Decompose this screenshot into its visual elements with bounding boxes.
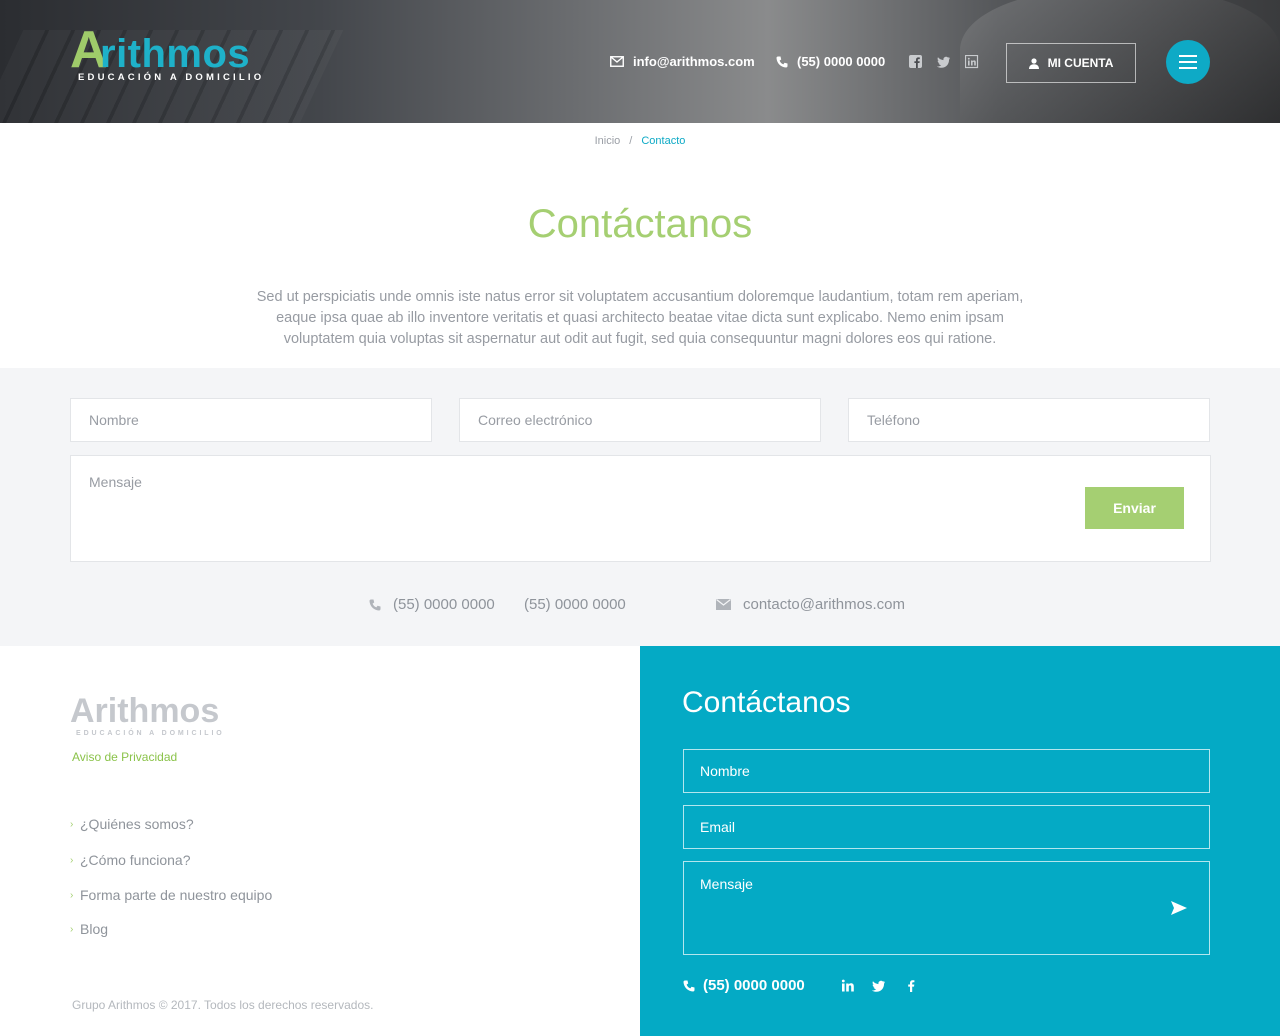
footer-link-how-it-works[interactable]: › ¿Cómo funciona? (70, 852, 191, 868)
message-textarea[interactable]: Mensaje (70, 455, 1211, 562)
linkedin-icon[interactable] (841, 979, 855, 993)
breadcrumb-separator: / (629, 135, 633, 147)
contact-email-text: contacto@arithmos.com (743, 596, 905, 613)
footer-link-label: Forma parte de nuestro equipo (80, 887, 273, 903)
twitter-icon[interactable] (937, 55, 951, 69)
header-phone: (55) 0000 0000 (797, 54, 886, 69)
twitter-icon[interactable] (872, 979, 886, 993)
page-title: Contáctanos (527, 202, 753, 246)
site-logo[interactable]: A rithmos EDUCACIÓN A DOMICILIO (70, 24, 280, 84)
footer-link-about[interactable]: › ¿Quiénes somos? (70, 816, 194, 832)
phone-icon (369, 599, 381, 610)
envelope-icon (610, 56, 624, 67)
footer-link-label: Blog (80, 921, 109, 937)
phone-icon (683, 980, 695, 991)
footer-link-join-team[interactable]: › Forma parte de nuestro equipo (70, 887, 272, 903)
user-icon (1028, 57, 1039, 69)
footer-email-input[interactable]: Email (683, 805, 1210, 849)
contact-email[interactable]: contacto@arithmos.com (716, 596, 905, 613)
privacy-notice-link[interactable]: Aviso de Privacidad (72, 750, 177, 764)
footer-phone[interactable]: (55) 0000 0000 (683, 977, 805, 994)
linkedin-icon[interactable] (965, 55, 979, 69)
breadcrumb-current: Contacto (641, 135, 686, 147)
breadcrumb-home-link[interactable]: Inicio (595, 135, 621, 147)
envelope-icon (716, 599, 731, 610)
footer-logo-wordmark: Arithmos (70, 692, 220, 730)
copyright-text: Grupo Arithmos © 2017. Todos los derecho… (72, 998, 374, 1012)
site-header: A rithmos EDUCACIÓN A DOMICILIO info@ari… (0, 0, 1280, 123)
intro-text: Sed ut perspiciatis unde omnis iste natu… (256, 289, 1024, 347)
footer-logo-subtitle: EDUCACIÓN A DOMICILIO (76, 730, 225, 737)
footer-link-label: ¿Cómo funciona? (80, 852, 191, 868)
footer-left: Arithmos EDUCACIÓN A DOMICILIO Aviso de … (0, 646, 640, 1036)
send-button[interactable]: Enviar (1085, 487, 1184, 529)
hamburger-menu-button[interactable] (1166, 40, 1210, 84)
footer-message-textarea[interactable]: Mensaje (683, 861, 1210, 955)
phone-icon (776, 56, 788, 67)
name-input[interactable]: Nombre (70, 398, 432, 442)
facebook-icon[interactable] (909, 55, 923, 69)
footer-name-input[interactable]: Nombre (683, 749, 1210, 793)
breadcrumb: Inicio / Contacto (0, 135, 1280, 147)
chevron-right-icon: › (70, 889, 74, 901)
footer-phone-text: (55) 0000 0000 (703, 977, 805, 994)
footer-link-blog[interactable]: › Blog (70, 921, 108, 937)
chevron-right-icon: › (70, 818, 74, 830)
contact-form-section: Nombre Correo electrónico Teléfono Mensa… (0, 368, 1280, 646)
header-email: info@arithmos.com (633, 54, 755, 69)
menu-bar (1179, 55, 1197, 57)
contact-phone-1[interactable]: (55) 0000 0000 (369, 596, 495, 613)
footer-message-placeholder: Mensaje (700, 876, 753, 892)
my-account-label: MI CUENTA (1047, 56, 1114, 70)
my-account-button[interactable]: MI CUENTA (1006, 43, 1136, 83)
email-input[interactable]: Correo electrónico (459, 398, 821, 442)
footer-logo[interactable]: Arithmos EDUCACIÓN A DOMICILIO (70, 694, 250, 740)
chevron-right-icon: › (70, 923, 74, 935)
contact-phone-1-text: (55) 0000 0000 (393, 596, 495, 613)
chevron-right-icon: › (70, 854, 74, 866)
phone-input[interactable]: Teléfono (848, 398, 1210, 442)
header-phone-link[interactable]: (55) 0000 0000 (776, 54, 885, 69)
menu-bar (1179, 67, 1197, 69)
facebook-icon[interactable] (904, 979, 918, 993)
contact-phone-2[interactable]: (55) 0000 0000 (524, 596, 626, 613)
footer-contact-panel: Contáctanos Nombre Email Mensaje (55) 00… (640, 646, 1280, 1036)
send-arrow-icon[interactable] (1169, 898, 1189, 918)
logo-wordmark: rithmos (100, 32, 251, 76)
footer-contact-title: Contáctanos (682, 686, 851, 719)
menu-bar (1179, 61, 1197, 63)
logo-subtitle: EDUCACIÓN A DOMICILIO (78, 72, 265, 83)
contact-phone-2-text: (55) 0000 0000 (524, 596, 626, 613)
header-email-link[interactable]: info@arithmos.com (610, 54, 755, 69)
footer-link-label: ¿Quiénes somos? (80, 816, 194, 832)
